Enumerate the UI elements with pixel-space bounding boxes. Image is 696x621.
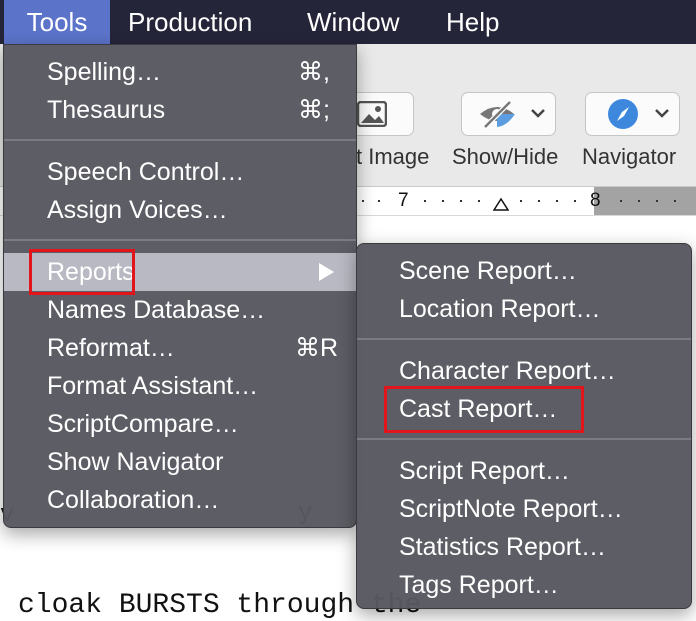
navigator-compass-icon bbox=[608, 99, 638, 129]
menu-item-location-report[interactable]: Location Report… bbox=[357, 290, 691, 328]
menu-item-format-assistant[interactable]: Format Assistant… bbox=[4, 367, 356, 405]
menu-item-label: ScriptCompare… bbox=[47, 410, 239, 438]
menu-item-label: Assign Voices… bbox=[47, 196, 228, 224]
menu-item-label: Scene Report… bbox=[399, 257, 577, 285]
menu-item-assign-voices[interactable]: Assign Voices… bbox=[4, 191, 356, 229]
menu-item-collaboration[interactable]: Collaboration… bbox=[4, 481, 356, 519]
ruler-mark-7: 7 bbox=[398, 190, 409, 211]
menu-item-thesaurus[interactable]: Thesaurus ⌘; bbox=[4, 91, 356, 129]
menu-separator bbox=[4, 139, 356, 141]
menu-item-scriptnote-report[interactable]: ScriptNote Report… bbox=[357, 490, 691, 528]
menu-item-label: Script Report… bbox=[399, 457, 570, 485]
menu-item-label: Format Assistant… bbox=[47, 372, 259, 400]
tab-stop-marker[interactable] bbox=[493, 197, 509, 211]
menu-item-names-database[interactable]: Names Database… bbox=[4, 291, 356, 329]
menu-item-label: Location Report… bbox=[399, 295, 601, 323]
menu-item-label: Speech Control… bbox=[47, 158, 245, 186]
menu-production[interactable]: Production bbox=[128, 0, 252, 44]
menu-item-reformat[interactable]: Reformat… ⌘R bbox=[4, 329, 356, 367]
menu-separator bbox=[357, 338, 691, 340]
submenu-arrow-icon bbox=[319, 263, 334, 281]
ruler-margin-shade bbox=[594, 187, 696, 215]
menu-item-speech-control[interactable]: Speech Control… bbox=[4, 153, 356, 191]
reports-submenu: Scene Report… Location Report… Character… bbox=[356, 243, 692, 609]
show-hide-label: Show/Hide bbox=[452, 144, 559, 169]
show-hide-eye-icon bbox=[480, 100, 515, 129]
menu-item-show-navigator[interactable]: Show Navigator bbox=[4, 443, 356, 481]
navigator-button[interactable] bbox=[585, 92, 680, 136]
menu-help[interactable]: Help bbox=[446, 0, 499, 44]
ruler-mark-8: 8 bbox=[590, 190, 601, 211]
menu-item-label: Spelling… bbox=[47, 58, 161, 86]
menu-item-label: Statistics Report… bbox=[399, 533, 607, 561]
insert-image-label: t Image bbox=[356, 144, 430, 169]
menu-item-label: Thesaurus bbox=[47, 96, 166, 124]
menu-window[interactable]: Window bbox=[307, 0, 399, 44]
highlight-annotation-box bbox=[29, 249, 135, 295]
shortcut-label: ⌘, bbox=[298, 58, 330, 86]
menu-item-label: ScriptNote Report… bbox=[399, 495, 623, 523]
menu-item-statistics-report[interactable]: Statistics Report… bbox=[357, 528, 691, 566]
shortcut-label: ⌘R bbox=[294, 334, 338, 362]
menu-item-character-report[interactable]: Character Report… bbox=[357, 352, 691, 390]
highlight-annotation-box bbox=[384, 386, 584, 433]
shortcut-label: ⌘; bbox=[298, 96, 330, 124]
menu-item-label: Reformat… bbox=[47, 334, 175, 362]
menu-item-spelling[interactable]: Spelling… ⌘, bbox=[4, 53, 356, 91]
menu-separator bbox=[357, 438, 691, 440]
menu-item-tags-report[interactable]: Tags Report… bbox=[357, 566, 691, 604]
menu-item-label: Names Database… bbox=[47, 296, 266, 324]
insert-image-icon bbox=[357, 101, 387, 127]
menu-item-scriptcompare[interactable]: ScriptCompare… bbox=[4, 405, 356, 443]
menu-item-script-report[interactable]: Script Report… bbox=[357, 452, 691, 490]
menu-item-label: Tags Report… bbox=[399, 571, 559, 599]
menu-bar: Tools Production Window Help bbox=[0, 0, 696, 44]
tools-menu: Spelling… ⌘, Thesaurus ⌘; Speech Control… bbox=[3, 44, 357, 528]
show-hide-button[interactable] bbox=[461, 92, 556, 136]
menu-item-label: Character Report… bbox=[399, 357, 616, 385]
menu-tools[interactable]: Tools bbox=[4, 0, 110, 44]
menu-item-scene-report[interactable]: Scene Report… bbox=[357, 252, 691, 290]
menu-item-label: Collaboration… bbox=[47, 486, 220, 514]
menu-item-label: Show Navigator bbox=[47, 448, 224, 476]
chevron-down-icon bbox=[655, 109, 669, 118]
menu-separator bbox=[4, 239, 356, 241]
chevron-down-icon bbox=[531, 109, 545, 118]
navigator-label: Navigator bbox=[582, 144, 677, 169]
